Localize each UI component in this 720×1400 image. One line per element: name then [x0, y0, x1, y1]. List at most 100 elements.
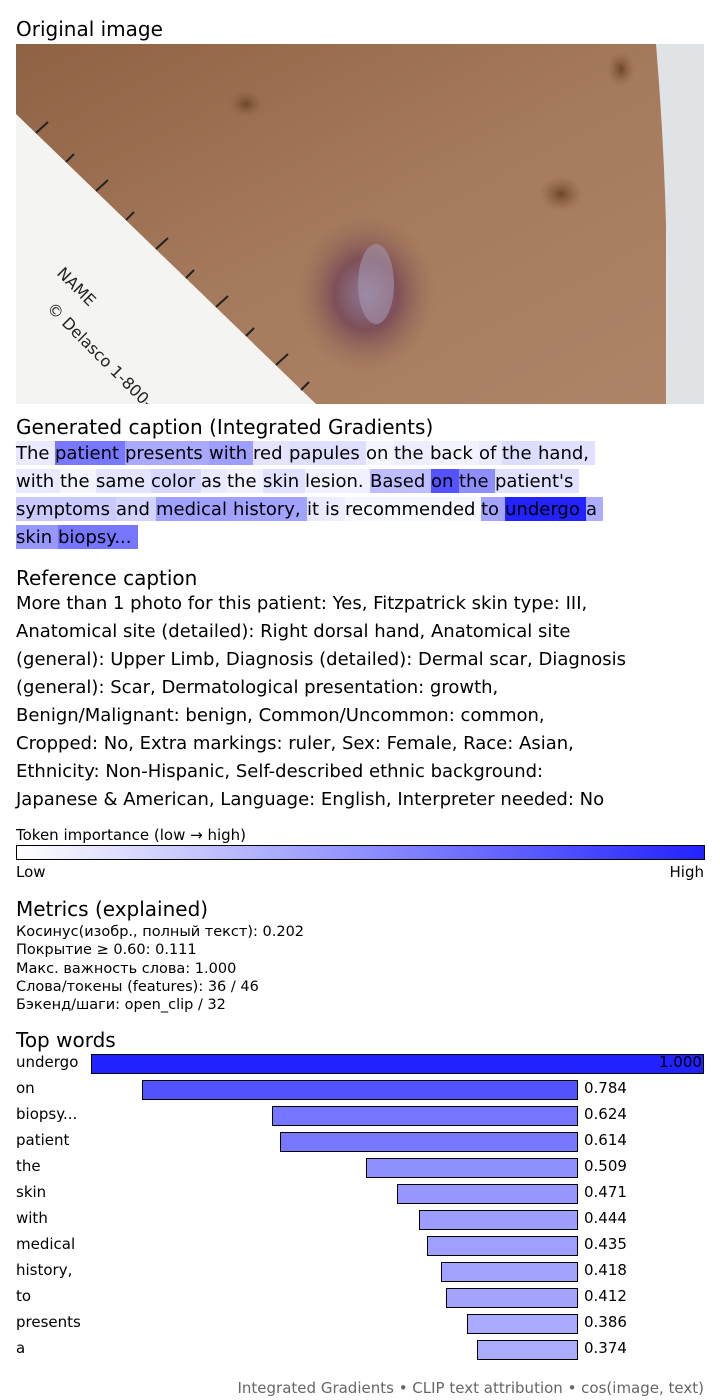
bar-value-label: 0.624	[584, 1105, 627, 1123]
caption-token: the	[227, 469, 263, 493]
caption-token: The	[16, 441, 55, 465]
caption-token: the	[502, 441, 538, 465]
caption-line: symptoms and medical history, it is recommende…	[16, 496, 716, 524]
reference-line: Cropped: No, Extra markings: ruler, Sex:…	[16, 733, 574, 754]
caption-token: is	[325, 497, 345, 521]
caption-token: hand,	[538, 441, 595, 465]
bar	[476, 1340, 578, 1360]
metric-words-tokens: Слова/токены (features): 36 / 46	[16, 978, 259, 995]
bar	[141, 1080, 578, 1100]
reference-line: Benign/Malignant: benign, Common/Uncommo…	[16, 705, 545, 726]
caption-token: red	[253, 441, 289, 465]
caption-line: The patient presents with red papules on the bac…	[16, 440, 716, 468]
importance-colorbar	[16, 845, 705, 860]
caption-token: the	[60, 469, 96, 493]
caption-token: it	[307, 497, 325, 521]
metric-cosine: Косинус(изобр., полный текст): 0.202	[16, 924, 305, 940]
reference-line: Ethnicity: Non-Hispanic, Self-described …	[16, 761, 544, 782]
bar-category-label: biopsy...	[16, 1105, 78, 1123]
caption-token: papules	[289, 441, 366, 465]
bar-category-label: presents	[16, 1313, 81, 1331]
caption-token: the	[394, 441, 430, 465]
caption-token: a	[586, 497, 603, 521]
bar-category-label: to	[16, 1287, 32, 1305]
caption-token: history,	[233, 497, 307, 521]
generated-caption: The patient presents with red papules on the bac…	[16, 440, 716, 552]
bar-value-label: 0.471	[584, 1183, 627, 1201]
caption-token: medical	[156, 497, 233, 521]
footer-note: Integrated Gradients • CLIP text attribu…	[237, 1379, 705, 1397]
caption-token: the	[459, 469, 495, 493]
caption-token: of	[479, 441, 502, 465]
bar-category-label: on	[16, 1079, 35, 1097]
top-words-chart: undergo 1.000 on 0.784 biopsy... 0.624 patient…	[16, 1052, 706, 1364]
caption-token: Based	[370, 469, 431, 493]
bar-value-label: 0.509	[584, 1157, 627, 1175]
bar-value-label: 0.374	[584, 1339, 627, 1357]
metric-backend-steps: Бэкенд/шаги: open_clip / 32	[16, 997, 226, 1014]
bar	[426, 1236, 578, 1256]
caption-line: with the same color as the skin lesion. Based on t…	[16, 468, 716, 496]
generated-caption-title: Generated caption (Integrated Gradients)	[16, 415, 434, 439]
caption-token: biopsy...	[58, 525, 138, 549]
caption-token: on	[431, 469, 459, 493]
reference-caption-title: Reference caption	[16, 566, 198, 590]
caption-token: recommended	[345, 497, 481, 521]
caption-token: with	[16, 469, 60, 493]
metrics-list: Косинус(изобр., полный текст): 0.202 Пок…	[16, 923, 304, 1014]
bar-value-label: 0.784	[584, 1079, 627, 1097]
caption-token: and	[116, 497, 156, 521]
bar-category-label: medical	[16, 1235, 76, 1253]
caption-token: with	[209, 441, 253, 465]
original-image-title: Original image	[16, 17, 163, 41]
caption-token: undergo	[505, 497, 586, 521]
bar	[366, 1158, 578, 1178]
metrics-title: Metrics (explained)	[16, 897, 209, 921]
bar-category-label: history,	[16, 1261, 73, 1279]
caption-token: skin	[16, 525, 58, 549]
caption-token: color	[151, 469, 201, 493]
caption-token: on	[366, 441, 394, 465]
bar-value-label: 0.386	[584, 1313, 627, 1331]
bar	[397, 1184, 578, 1204]
metric-coverage: Покрытие ≥ 0.60: 0.111	[16, 942, 197, 959]
caption-line: skin biopsy...	[16, 524, 716, 552]
bar-value-label: 0.614	[584, 1131, 627, 1149]
legend-title: Token importance (low → high)	[16, 826, 247, 844]
bar-value-label: 0.412	[584, 1287, 627, 1305]
bar	[440, 1262, 578, 1282]
caption-token: symptoms	[16, 497, 116, 521]
reference-line: Anatomical site (detailed): Right dorsal…	[16, 621, 571, 642]
reference-line: More than 1 photo for this patient: Yes,…	[16, 593, 588, 614]
bar	[466, 1314, 578, 1334]
reference-line: Japanese & American, Language: English, …	[16, 789, 605, 810]
bar-category-label: skin	[16, 1183, 47, 1201]
reference-line: (general): Scar, Dermatological presenta…	[16, 677, 499, 698]
bar	[419, 1210, 578, 1230]
bar-category-label: with	[16, 1209, 48, 1227]
caption-token: skin	[263, 469, 305, 493]
bar	[445, 1288, 578, 1308]
caption-token: same	[96, 469, 151, 493]
bar-category-label: patient	[16, 1131, 70, 1149]
bar	[91, 1054, 704, 1074]
bar-value-label: 0.418	[584, 1261, 627, 1279]
bar	[272, 1106, 578, 1126]
bar-value-label: 0.444	[584, 1209, 627, 1227]
legend-high-label: High	[669, 863, 704, 881]
metric-max-importance: Макс. важность слова: 1.000	[16, 960, 237, 977]
bar-category-label: a	[16, 1339, 26, 1357]
caption-token: presents	[125, 441, 209, 465]
caption-token: patient's	[495, 469, 579, 493]
reference-caption: More than 1 photo for this patient: Yes,…	[16, 590, 716, 814]
bar-category-label: undergo	[16, 1053, 79, 1071]
bar-category-label: the	[16, 1157, 41, 1175]
bar-value-label: 0.435	[584, 1235, 627, 1253]
caption-token: lesion.	[305, 469, 370, 493]
caption-token: to	[481, 497, 505, 521]
top-words-title: Top words	[16, 1028, 116, 1052]
caption-token: back	[430, 441, 479, 465]
legend-low-label: Low	[16, 863, 46, 881]
reference-line: (general): Upper Limb, Diagnosis (detail…	[16, 649, 626, 670]
caption-token: as	[201, 469, 227, 493]
